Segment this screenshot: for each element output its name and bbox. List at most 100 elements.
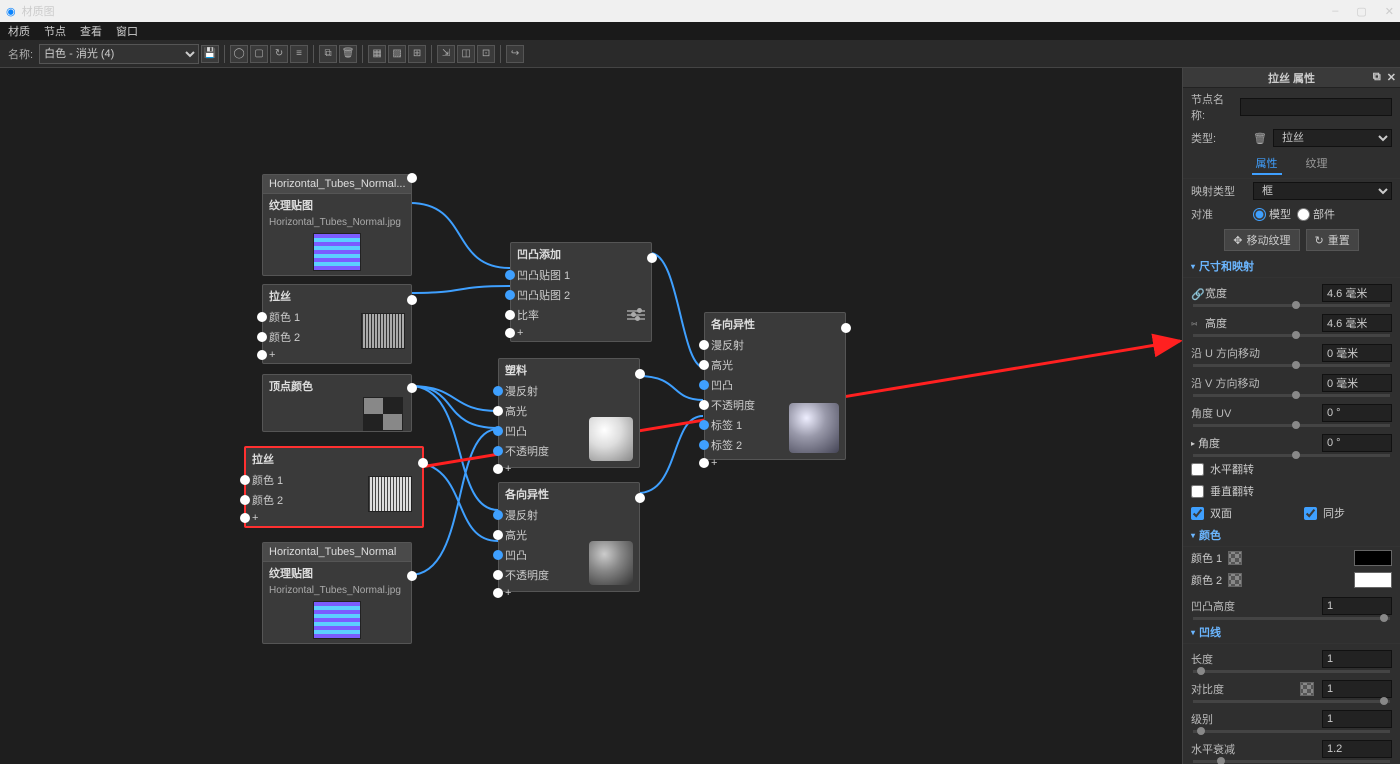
tool-copy-icon[interactable]: ⧉ bbox=[319, 45, 337, 63]
node7-in2[interactable] bbox=[493, 406, 503, 416]
node4-out[interactable] bbox=[418, 458, 428, 468]
node9-in2[interactable] bbox=[699, 360, 709, 370]
node8-in5[interactable] bbox=[493, 588, 503, 598]
tool-list-icon[interactable]: ≡ bbox=[290, 45, 308, 63]
unlink-icon[interactable]: ⑅ bbox=[1191, 318, 1201, 328]
node8-in4[interactable] bbox=[493, 570, 503, 580]
bump-height-input[interactable] bbox=[1322, 597, 1392, 615]
tab-texture[interactable]: 纹理 bbox=[1302, 153, 1332, 175]
flip-v-checkbox[interactable] bbox=[1191, 485, 1204, 498]
expand-icon[interactable]: ▸ bbox=[1191, 439, 1195, 448]
node4-in3[interactable] bbox=[240, 513, 250, 523]
delete-icon[interactable]: 🗑 bbox=[1253, 132, 1267, 145]
node-texture-map-2[interactable]: Horizontal_Tubes_Normal 纹理贴图 Horizontal_… bbox=[262, 542, 412, 644]
node6-in1[interactable] bbox=[505, 270, 515, 280]
menu-view[interactable]: 查看 bbox=[80, 23, 102, 39]
node-brushed-2-selected[interactable]: 拉丝 颜色 1 颜色 2 + bbox=[244, 446, 424, 528]
double-side-checkbox[interactable] bbox=[1191, 507, 1204, 520]
link-icon[interactable]: 🔗 bbox=[1191, 288, 1201, 298]
angle-input[interactable] bbox=[1322, 434, 1392, 452]
move-v-input[interactable] bbox=[1322, 374, 1392, 392]
node7-in3[interactable] bbox=[493, 426, 503, 436]
curve-section[interactable]: 凹线 bbox=[1183, 621, 1400, 644]
width-input[interactable] bbox=[1322, 284, 1392, 302]
node-plastic[interactable]: 塑料 漫反射 高光 凹凸 不透明度 + bbox=[498, 358, 640, 468]
tool-export-icon[interactable]: ↪ bbox=[506, 45, 524, 63]
map-type-select[interactable]: 框 bbox=[1253, 182, 1392, 200]
panel-close-icon[interactable]: ✕ bbox=[1387, 71, 1396, 84]
node-bump-add[interactable]: 凹凸添加 凹凸贴图 1 凹凸贴图 2 比率 + bbox=[510, 242, 652, 342]
node1-out-port[interactable] bbox=[407, 173, 417, 183]
node9-out[interactable] bbox=[841, 323, 851, 333]
level-input[interactable] bbox=[1322, 710, 1392, 728]
align-model-radio[interactable]: 模型 bbox=[1253, 206, 1291, 222]
node2-out[interactable] bbox=[407, 295, 417, 305]
tool-refresh-icon[interactable]: ↻ bbox=[270, 45, 288, 63]
height-input[interactable] bbox=[1322, 314, 1392, 332]
node2-in3[interactable] bbox=[257, 350, 267, 360]
node8-in3[interactable] bbox=[493, 550, 503, 560]
maximize-button[interactable]: ▢ bbox=[1356, 5, 1366, 18]
node5-out[interactable] bbox=[407, 571, 417, 581]
sync-checkbox[interactable] bbox=[1304, 507, 1317, 520]
node2-in1[interactable] bbox=[257, 312, 267, 322]
tool-fit-icon[interactable]: ▢ bbox=[250, 45, 268, 63]
hdecay-input[interactable] bbox=[1322, 740, 1392, 758]
flip-h-checkbox[interactable] bbox=[1191, 463, 1204, 476]
node-texture-map-1[interactable]: Horizontal_Tubes_Normal... 纹理贴图 Horizont… bbox=[262, 174, 412, 276]
node6-in4[interactable] bbox=[505, 328, 515, 338]
color2-swatch[interactable] bbox=[1354, 572, 1392, 588]
save-icon[interactable]: 💾 bbox=[201, 45, 219, 63]
node6-in2[interactable] bbox=[505, 290, 515, 300]
tool-arrange3-icon[interactable]: ⊡ bbox=[477, 45, 495, 63]
tool-group2-icon[interactable]: ▨ bbox=[388, 45, 406, 63]
node-vertex-color[interactable]: 顶点颜色 bbox=[262, 374, 412, 432]
material-name-select[interactable]: 白色 - 消光 (4) bbox=[39, 44, 199, 64]
close-button[interactable]: ✕ bbox=[1385, 5, 1394, 18]
node3-out[interactable] bbox=[407, 383, 417, 393]
node-anisotropic-2[interactable]: 各向异性 漫反射 高光 凹凸 不透明度 + bbox=[498, 482, 640, 592]
node9-in7[interactable] bbox=[699, 458, 709, 468]
node4-in2[interactable] bbox=[240, 495, 250, 505]
node7-in5[interactable] bbox=[493, 464, 503, 474]
move-u-input[interactable] bbox=[1322, 344, 1392, 362]
node9-in4[interactable] bbox=[699, 400, 709, 410]
node6-out[interactable] bbox=[647, 253, 657, 263]
tool-arrange2-icon[interactable]: ◫ bbox=[457, 45, 475, 63]
color1-swatch[interactable] bbox=[1354, 550, 1392, 566]
node-graph-canvas[interactable]: Horizontal_Tubes_Normal... 纹理贴图 Horizont… bbox=[0, 68, 1182, 764]
node8-in2[interactable] bbox=[493, 530, 503, 540]
reset-button[interactable]: ↻重置 bbox=[1306, 229, 1359, 251]
size-mapping-section[interactable]: 尺寸和映射 bbox=[1183, 255, 1400, 278]
type-select[interactable]: 拉丝 bbox=[1273, 129, 1392, 147]
contrast-input[interactable] bbox=[1322, 680, 1392, 698]
panel-popout-icon[interactable]: ⧉ bbox=[1373, 71, 1381, 84]
node4-in1[interactable] bbox=[240, 475, 250, 485]
tool-zoom-icon[interactable]: ◯ bbox=[230, 45, 248, 63]
node8-out[interactable] bbox=[635, 493, 645, 503]
node2-in2[interactable] bbox=[257, 332, 267, 342]
node9-in5[interactable] bbox=[699, 420, 709, 430]
tool-group1-icon[interactable]: ▦ bbox=[368, 45, 386, 63]
menu-node[interactable]: 节点 bbox=[44, 23, 66, 39]
node9-in1[interactable] bbox=[699, 340, 709, 350]
color1-tex-swatch[interactable] bbox=[1228, 551, 1242, 565]
node9-in6[interactable] bbox=[699, 440, 709, 450]
color-section[interactable]: 颜色 bbox=[1183, 524, 1400, 547]
node6-in3[interactable] bbox=[505, 310, 515, 320]
node-name-input[interactable] bbox=[1240, 98, 1392, 116]
node8-in1[interactable] bbox=[493, 510, 503, 520]
node7-in1[interactable] bbox=[493, 386, 503, 396]
tool-group3-icon[interactable]: ⊞ bbox=[408, 45, 426, 63]
align-part-radio[interactable]: 部件 bbox=[1297, 206, 1335, 222]
move-texture-button[interactable]: ✥移动纹理 bbox=[1224, 229, 1299, 251]
node-brushed-1[interactable]: 拉丝 颜色 1 颜色 2 + bbox=[262, 284, 412, 364]
angle-uv-input[interactable] bbox=[1322, 404, 1392, 422]
menu-window[interactable]: 窗口 bbox=[116, 23, 138, 39]
minimize-button[interactable]: – bbox=[1332, 5, 1338, 18]
node7-in4[interactable] bbox=[493, 446, 503, 456]
contrast-tex-swatch[interactable] bbox=[1300, 682, 1314, 696]
tab-attributes[interactable]: 属性 bbox=[1252, 153, 1282, 175]
tool-arrange1-icon[interactable]: ⇲ bbox=[437, 45, 455, 63]
length-input[interactable] bbox=[1322, 650, 1392, 668]
